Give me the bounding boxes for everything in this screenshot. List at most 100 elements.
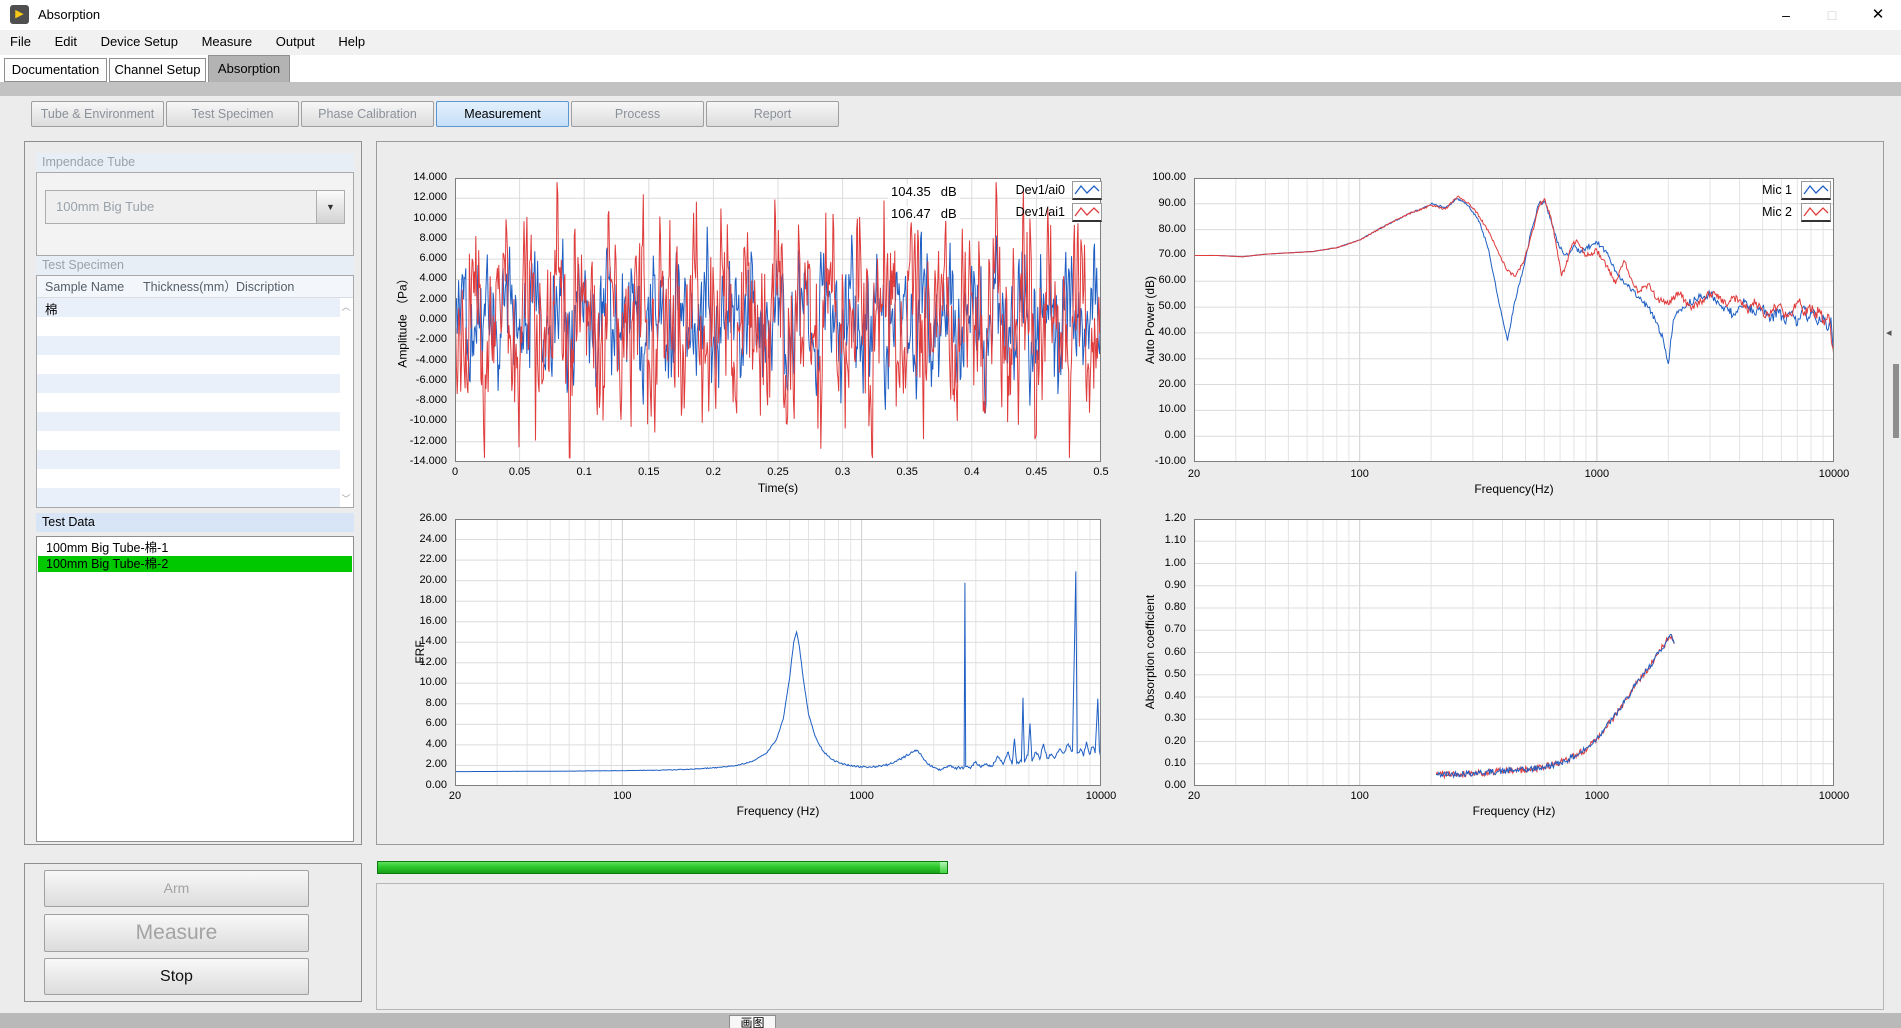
subtab-test-specimen[interactable]: Test Specimen <box>166 101 299 127</box>
panel-collapse-icon[interactable]: ◂ <box>1886 326 1892 339</box>
axis-label-frequency-abs: Frequency (Hz) <box>1473 804 1556 818</box>
x-tick-label: 20 <box>420 790 490 802</box>
readout-unit: dB <box>941 184 957 199</box>
plot-area-auto-power[interactable] <box>1194 178 1834 462</box>
menu-item-file[interactable]: File <box>0 30 41 55</box>
minimize-button[interactable]: – <box>1763 0 1809 30</box>
y-tick-label: 6.00 <box>379 717 447 729</box>
menu-item-edit[interactable]: Edit <box>45 30 87 55</box>
list-item[interactable]: 100mm Big Tube-棉-1 <box>38 540 352 556</box>
menu-item-help[interactable]: Help <box>328 30 375 55</box>
y-tick-label: -10.00 <box>1118 455 1186 467</box>
dropdown-arrow-button[interactable]: ▼ <box>316 191 344 223</box>
plot-area-frf[interactable] <box>455 519 1101 786</box>
y-tick-label: 4.000 <box>379 272 447 284</box>
subtab-phase-calibration[interactable]: Phase Calibration <box>301 101 434 127</box>
window-title: Absorption <box>38 7 100 22</box>
legend-line-icon <box>1802 182 1830 198</box>
tab-absorption[interactable]: Absorption <box>208 55 290 82</box>
menu-item-measure[interactable]: Measure <box>192 30 263 55</box>
impedance-tube-dropdown[interactable]: 100mm Big Tube ▼ <box>45 190 345 224</box>
x-tick-label: 0.3 <box>808 466 878 478</box>
x-tick-label: 1000 <box>1562 468 1632 480</box>
subtab-tube-environment[interactable]: Tube & Environment <box>31 101 164 127</box>
tab-channel-setup[interactable]: Channel Setup <box>109 58 206 82</box>
y-tick-label: 1.10 <box>1118 534 1186 546</box>
app-window: ▶ Absorption – □ ✕ File Edit Device Setu… <box>0 0 1901 1028</box>
x-tick-label: 10000 <box>1799 790 1869 802</box>
list-item-selected[interactable]: 100mm Big Tube-棉-2 <box>38 556 352 572</box>
y-tick-label: 22.00 <box>379 553 447 565</box>
menu-item-output[interactable]: Output <box>266 30 325 55</box>
legend-swatch-dev1-ai1[interactable] <box>1072 203 1102 222</box>
x-tick-label: 0 <box>420 466 490 478</box>
scroll-down-icon[interactable]: ﹀ <box>340 492 352 505</box>
plot-area-absorption[interactable] <box>1194 519 1834 786</box>
y-tick-label: 2.00 <box>379 758 447 770</box>
readout-value: 104.35 <box>891 184 931 199</box>
legend-swatch-mic2[interactable] <box>1801 203 1831 222</box>
y-tick-label: 10.000 <box>379 212 447 224</box>
table-row[interactable]: 棉 <box>45 299 58 318</box>
y-tick-label: -6.000 <box>379 374 447 386</box>
y-tick-label: 70.00 <box>1118 248 1186 260</box>
y-tick-label: 1.20 <box>1118 512 1186 524</box>
y-tick-label: 12.000 <box>379 191 447 203</box>
stop-button[interactable]: Stop <box>44 958 309 995</box>
measure-button[interactable]: Measure <box>44 914 309 952</box>
minimize-icon: – <box>1782 7 1790 23</box>
close-button[interactable]: ✕ <box>1855 0 1901 30</box>
legend-swatch-mic1[interactable] <box>1801 181 1831 200</box>
legend-swatch-dev1-ai0[interactable] <box>1072 181 1102 200</box>
y-tick-label: -2.000 <box>379 333 447 345</box>
y-tick-label: 0.30 <box>1118 712 1186 724</box>
y-tick-label: 1.00 <box>1118 557 1186 569</box>
x-tick-label: 100 <box>1325 790 1395 802</box>
x-tick-label: 100 <box>1325 468 1395 480</box>
x-tick-label: 100 <box>587 790 657 802</box>
axis-label-amplitude: Amplitude （Pa） <box>394 272 411 367</box>
play-icon: ▶ <box>15 8 23 20</box>
scroll-up-icon[interactable]: ︿ <box>340 300 352 313</box>
subtab-process[interactable]: Process <box>571 101 704 127</box>
table-body: 棉 <box>37 298 340 507</box>
subtab-report[interactable]: Report <box>706 101 839 127</box>
test-specimen-table[interactable]: Sample Name Thickness(mm） Discription 棉 … <box>36 275 354 508</box>
maximize-button[interactable]: □ <box>1809 0 1855 30</box>
axis-label-frf: FRF <box>413 640 427 663</box>
tab-documentation[interactable]: Documentation <box>4 58 107 82</box>
x-tick-label: 0.35 <box>872 466 942 478</box>
app-icon: ▶ <box>10 5 29 24</box>
y-tick-label: 4.00 <box>379 738 447 750</box>
arm-button[interactable]: Arm <box>44 870 309 907</box>
y-tick-label: 20.00 <box>1118 378 1186 390</box>
table-header-row: Sample Name Thickness(mm） Discription <box>37 276 353 298</box>
subtab-measurement[interactable]: Measurement <box>436 101 569 127</box>
plot-area-time-waveform[interactable] <box>455 178 1101 462</box>
main-tab-strip: Documentation Channel Setup Absorption <box>0 55 1901 82</box>
lower-empty-panel <box>376 883 1884 1010</box>
y-tick-label: 100.00 <box>1118 171 1186 183</box>
legend-label-mic2[interactable]: Mic 2 <box>1722 205 1792 219</box>
level-readout-ai1: 106.47dB <box>888 206 960 221</box>
test-data-header: Test Data <box>36 513 354 532</box>
legend-line-icon <box>1073 204 1101 220</box>
x-tick-label: 0.15 <box>614 466 684 478</box>
maximize-icon: □ <box>1828 7 1836 23</box>
legend-label-mic1[interactable]: Mic 1 <box>1722 183 1792 197</box>
y-tick-label: 16.00 <box>379 615 447 627</box>
legend-label-dev1-ai1[interactable]: Dev1/ai1 <box>965 205 1065 219</box>
column-thickness: Thickness(mm） <box>143 276 237 298</box>
tab-page-band <box>0 82 1901 96</box>
x-tick-label: 0.05 <box>485 466 555 478</box>
y-tick-label: 0.10 <box>1118 757 1186 769</box>
vertical-scrollbar-thumb[interactable] <box>1893 364 1899 438</box>
y-tick-label: 0.000 <box>379 313 447 325</box>
partial-tab-huitu[interactable]: 画图 <box>729 1015 776 1028</box>
y-tick-label: 2.000 <box>379 293 447 305</box>
test-data-list[interactable]: 100mm Big Tube-棉-1 100mm Big Tube-棉-2 <box>36 536 354 842</box>
legend-label-dev1-ai0[interactable]: Dev1/ai0 <box>965 183 1065 197</box>
x-tick-label: 0.2 <box>678 466 748 478</box>
menu-item-device-setup[interactable]: Device Setup <box>91 30 188 55</box>
legend-line-icon <box>1802 204 1830 220</box>
